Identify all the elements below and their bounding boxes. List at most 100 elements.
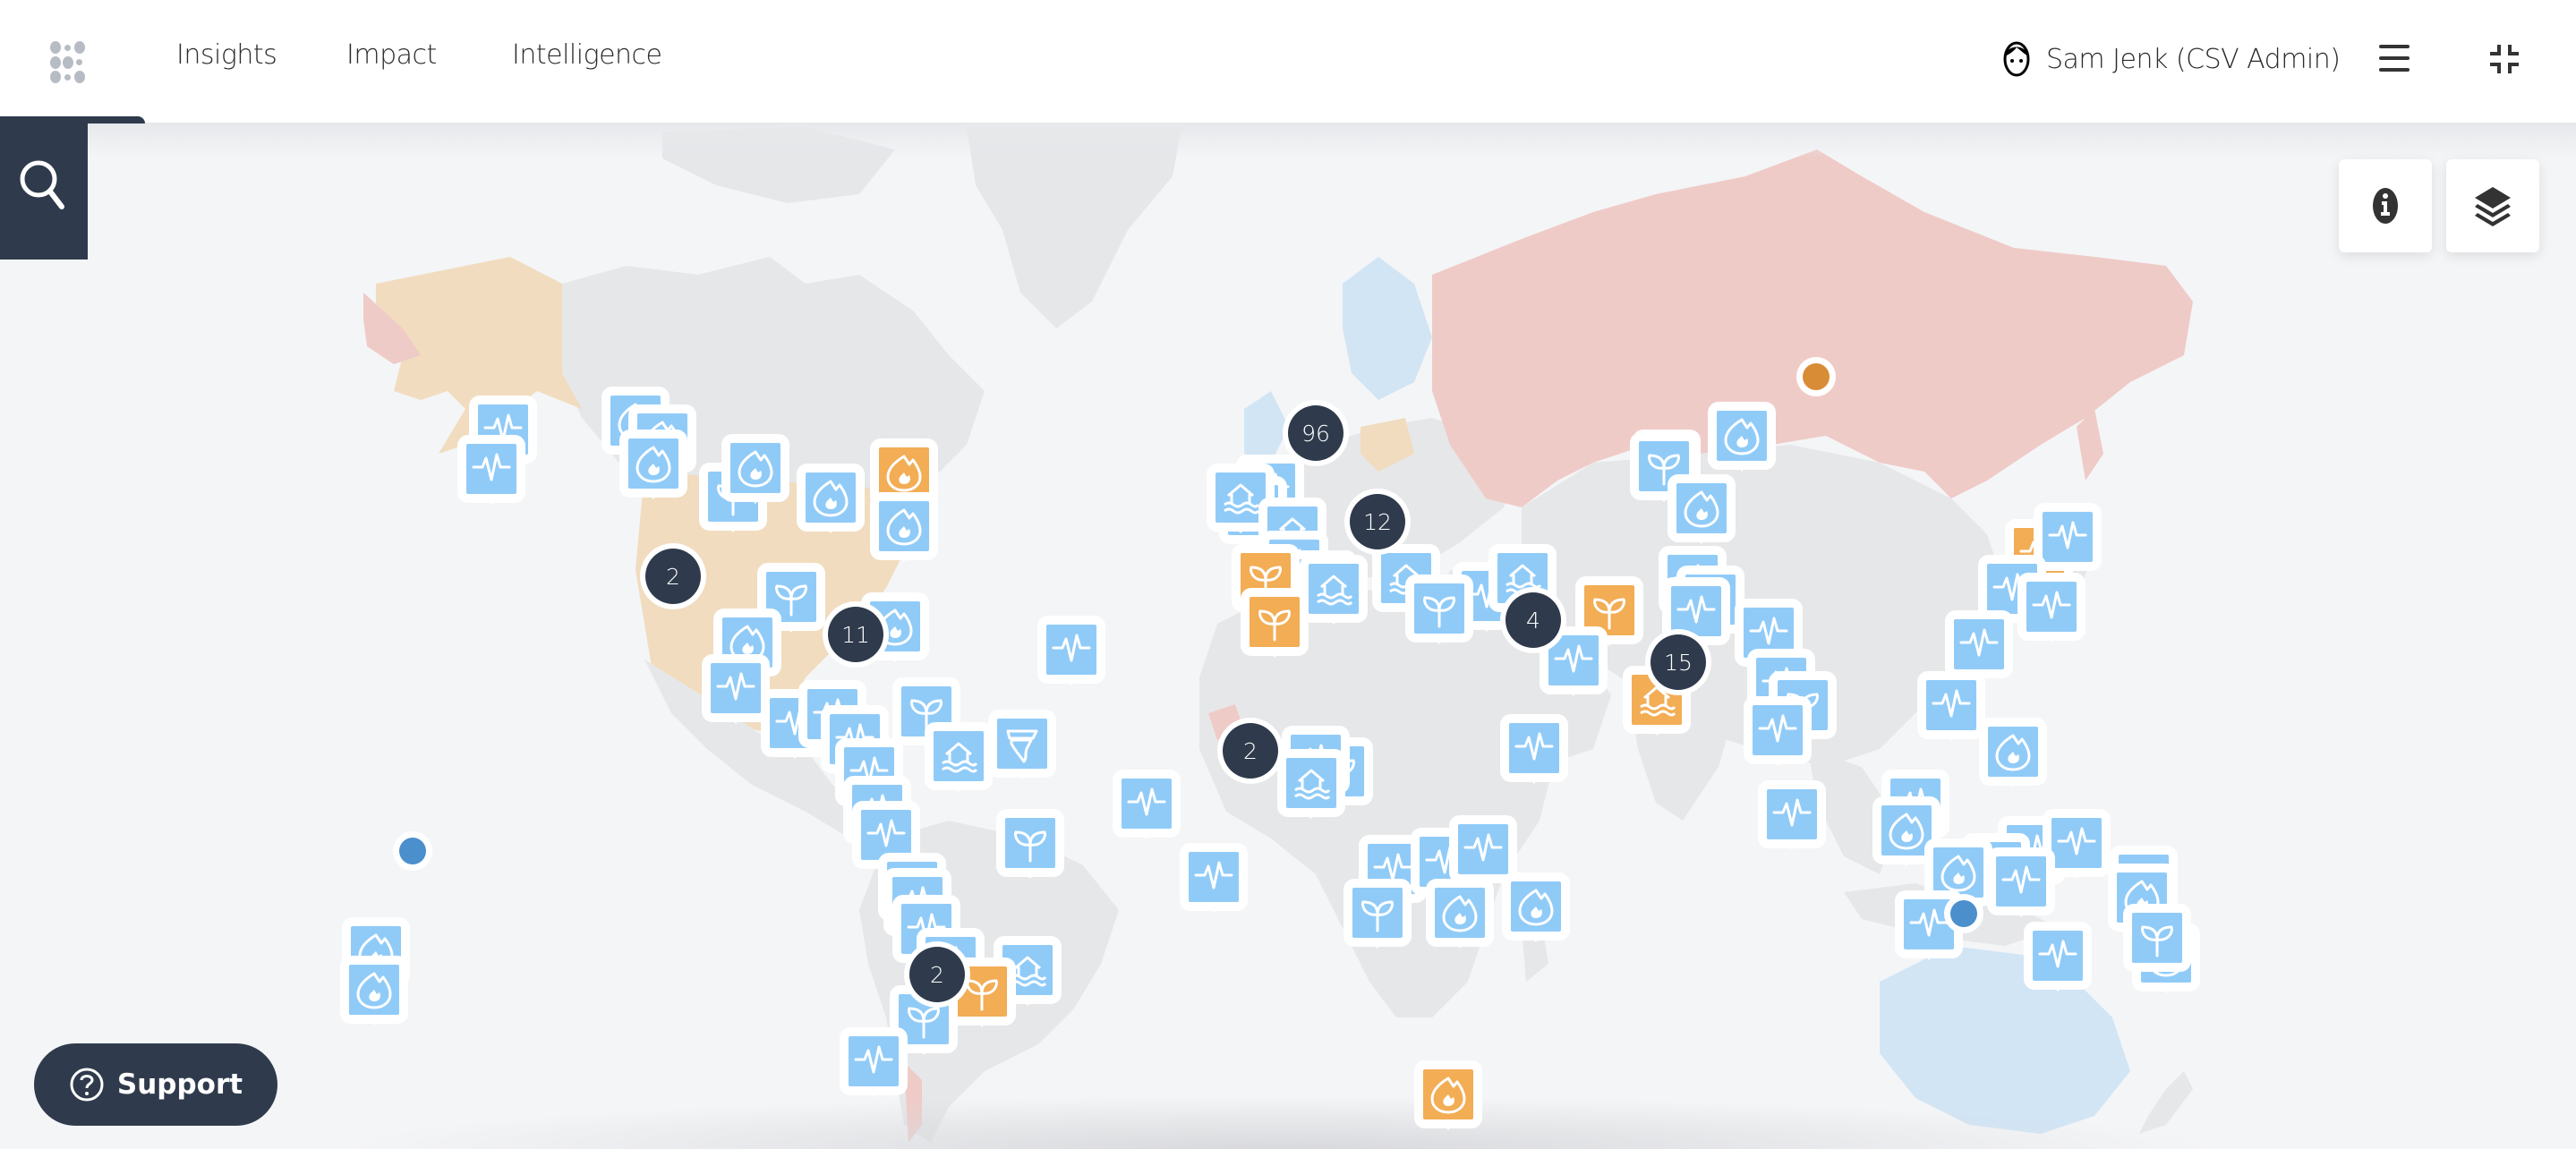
collapse-fullscreen-icon[interactable]: [2488, 43, 2521, 75]
event-marker-earthquake[interactable]: [457, 435, 525, 517]
event-marker-wildfire[interactable]: [1426, 879, 1494, 961]
flood-icon: [1317, 574, 1353, 606]
event-marker-wildfire[interactable]: [1502, 872, 1570, 955]
marker-badge: [349, 965, 399, 1015]
user-avatar-icon: [2003, 41, 2030, 77]
event-marker-earthquake[interactable]: [840, 1027, 908, 1110]
flame-icon: [886, 455, 922, 492]
user-profile[interactable]: Sam Jenk (CSV Admin): [2003, 39, 2341, 79]
app-grid-icon[interactable]: [47, 41, 90, 83]
event-cluster[interactable]: 2: [1217, 718, 1284, 784]
marker-badge: [1509, 723, 1559, 773]
dot-fill: [399, 838, 426, 864]
tornado-icon: [1006, 729, 1038, 763]
flood-icon: [1294, 769, 1331, 800]
cluster-count: 2: [1223, 723, 1278, 779]
event-marker-drought[interactable]: [2123, 904, 2191, 986]
event-marker-wildfire[interactable]: [1708, 402, 1776, 484]
event-marker-flood[interactable]: [1277, 749, 1345, 831]
event-marker-earthquake[interactable]: [1113, 770, 1181, 852]
event-cluster[interactable]: 12: [1344, 489, 1411, 555]
marker-badge: [849, 1036, 899, 1086]
event-marker-earthquake[interactable]: [1758, 780, 1826, 863]
pulse-icon: [1749, 617, 1788, 645]
event-cluster[interactable]: 11: [823, 601, 889, 668]
layers-button[interactable]: [2446, 159, 2539, 252]
event-marker-flood[interactable]: [925, 722, 993, 804]
dot-fill: [1950, 900, 1977, 927]
marker-badge: [730, 443, 780, 493]
marker-badge: [1435, 888, 1485, 938]
flood-icon: [1224, 483, 1260, 515]
marker-badge: [1046, 625, 1096, 675]
pulse-icon: [1758, 714, 1797, 743]
event-marker-storm[interactable]: [988, 710, 1056, 792]
flame-icon: [356, 972, 392, 1009]
hamburger-menu-icon[interactable]: [2379, 43, 2415, 73]
search-button[interactable]: [0, 116, 88, 260]
event-cluster[interactable]: 2: [904, 941, 970, 1008]
info-icon: [2373, 188, 2398, 224]
marker-badge: [1458, 824, 1508, 874]
event-marker-wildfire[interactable]: [340, 956, 408, 1038]
flame-icon: [1889, 813, 1924, 850]
event-marker-wildfire[interactable]: [721, 434, 789, 516]
search-icon: [20, 160, 64, 209]
support-button[interactable]: Support: [34, 1043, 277, 1126]
flame-icon: [1724, 418, 1760, 455]
event-marker-earthquake[interactable]: [2024, 922, 2092, 1004]
location-dot-orange[interactable]: [1796, 357, 1836, 396]
event-marker-drought[interactable]: [1343, 879, 1412, 961]
flame-icon: [1941, 855, 1976, 892]
event-marker-drought[interactable]: [1405, 574, 1473, 657]
flame-icon: [1442, 895, 1478, 932]
marker-badge: [1414, 583, 1464, 634]
event-marker-wildfire[interactable]: [870, 492, 938, 574]
pulse-icon: [1514, 732, 1554, 761]
world-map[interactable]: 96 12 2 11 4 15 2 2: [0, 123, 2576, 1149]
marker-badge: [1753, 705, 1803, 755]
marker-badge: [1286, 758, 1336, 808]
marker-badge: [1005, 818, 1055, 868]
marker-badge: [2051, 818, 2102, 868]
event-marker-earthquake[interactable]: [1037, 616, 1105, 698]
event-marker-earthquake[interactable]: [1987, 847, 2055, 930]
event-marker-flood[interactable]: [1300, 555, 1368, 637]
marker-badge: [628, 438, 678, 489]
marker-badge: [879, 501, 929, 551]
event-marker-earthquake[interactable]: [1500, 714, 1568, 796]
event-marker-wildfire[interactable]: [1979, 718, 2047, 800]
event-marker-earthquake[interactable]: [2017, 573, 2086, 655]
event-marker-wildfire[interactable]: [1668, 474, 1736, 557]
nav-impact[interactable]: Impact: [346, 39, 437, 71]
cluster-count: 2: [645, 549, 701, 604]
cluster-count: 2: [909, 947, 965, 1002]
event-marker-earthquake[interactable]: [1917, 671, 1985, 753]
support-label: Support: [116, 1068, 243, 1101]
event-cluster[interactable]: 96: [1283, 400, 1349, 466]
event-marker-earthquake[interactable]: [1744, 696, 1812, 779]
sprout-icon: [1014, 830, 1046, 863]
flame-icon: [1684, 490, 1719, 528]
land-greenland: [967, 127, 1181, 328]
event-marker-earthquake[interactable]: [1180, 843, 1248, 925]
event-marker-drought[interactable]: [996, 809, 1064, 891]
event-cluster[interactable]: 4: [1500, 587, 1566, 653]
info-button[interactable]: [2339, 159, 2432, 252]
marker-badge: [1717, 411, 1767, 461]
pulse-icon: [472, 453, 511, 481]
layers-icon: [2475, 187, 2511, 226]
nav-intelligence[interactable]: Intelligence: [512, 39, 662, 71]
event-cluster[interactable]: 2: [640, 543, 706, 609]
event-cluster[interactable]: 15: [1645, 629, 1711, 695]
location-dot-blue[interactable]: [393, 831, 432, 871]
event-marker-wildfire[interactable]: [1414, 1060, 1482, 1143]
event-marker-wildfire[interactable]: [797, 464, 865, 546]
event-marker-wildfire[interactable]: [619, 430, 687, 512]
location-dot-blue[interactable]: [1944, 894, 1983, 933]
nav-insights[interactable]: Insights: [176, 39, 277, 71]
event-marker-drought[interactable]: [1241, 588, 1309, 670]
flame-icon: [1518, 889, 1554, 926]
event-marker-earthquake[interactable]: [702, 654, 770, 736]
marker-badge: [1926, 680, 1976, 730]
